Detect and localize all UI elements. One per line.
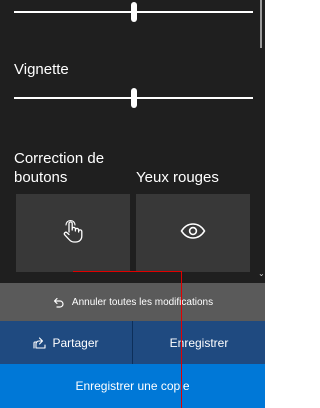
share-icon xyxy=(33,336,47,349)
red-eye-label: Yeux rouges xyxy=(136,169,219,186)
panel-scrollbar[interactable]: ⌄ xyxy=(257,0,265,283)
save-copy-button[interactable]: Enregistrer une copie xyxy=(0,364,265,408)
vignette-label: Vignette xyxy=(14,61,69,78)
slider-thumb[interactable] xyxy=(130,88,137,108)
reset-all-button[interactable]: Annuler toutes les modifications xyxy=(0,283,265,321)
top-adjust-slider[interactable] xyxy=(14,2,253,22)
touch-fix-label-line1: Correction de xyxy=(14,150,105,167)
save-label: Enregistrer xyxy=(169,335,229,350)
reset-all-label: Annuler toutes les modifications xyxy=(71,296,214,308)
share-button[interactable]: Partager xyxy=(0,321,132,364)
touch-hand-icon xyxy=(62,219,84,248)
annotation-line-vertical xyxy=(181,271,182,408)
vignette-slider[interactable] xyxy=(14,88,253,108)
touch-fix-label-line2: boutons xyxy=(14,169,68,186)
undo-icon xyxy=(52,297,64,308)
share-label: Partager xyxy=(52,335,99,350)
annotation-line-horizontal xyxy=(73,271,182,272)
edit-panel: Vignette Correction de boutons Yeux roug… xyxy=(0,0,257,283)
save-copy-label: Enregistrer une copie xyxy=(75,379,190,393)
save-button[interactable]: Enregistrer xyxy=(133,321,265,364)
slider-thumb[interactable] xyxy=(130,2,137,22)
action-row: Partager Enregistrer xyxy=(0,321,265,364)
eye-icon xyxy=(180,222,206,244)
scrollbar-thumb[interactable] xyxy=(260,0,262,48)
touch-fix-button[interactable] xyxy=(16,194,130,272)
scroll-down-icon[interactable]: ⌄ xyxy=(258,270,265,278)
red-eye-button[interactable] xyxy=(136,194,250,272)
